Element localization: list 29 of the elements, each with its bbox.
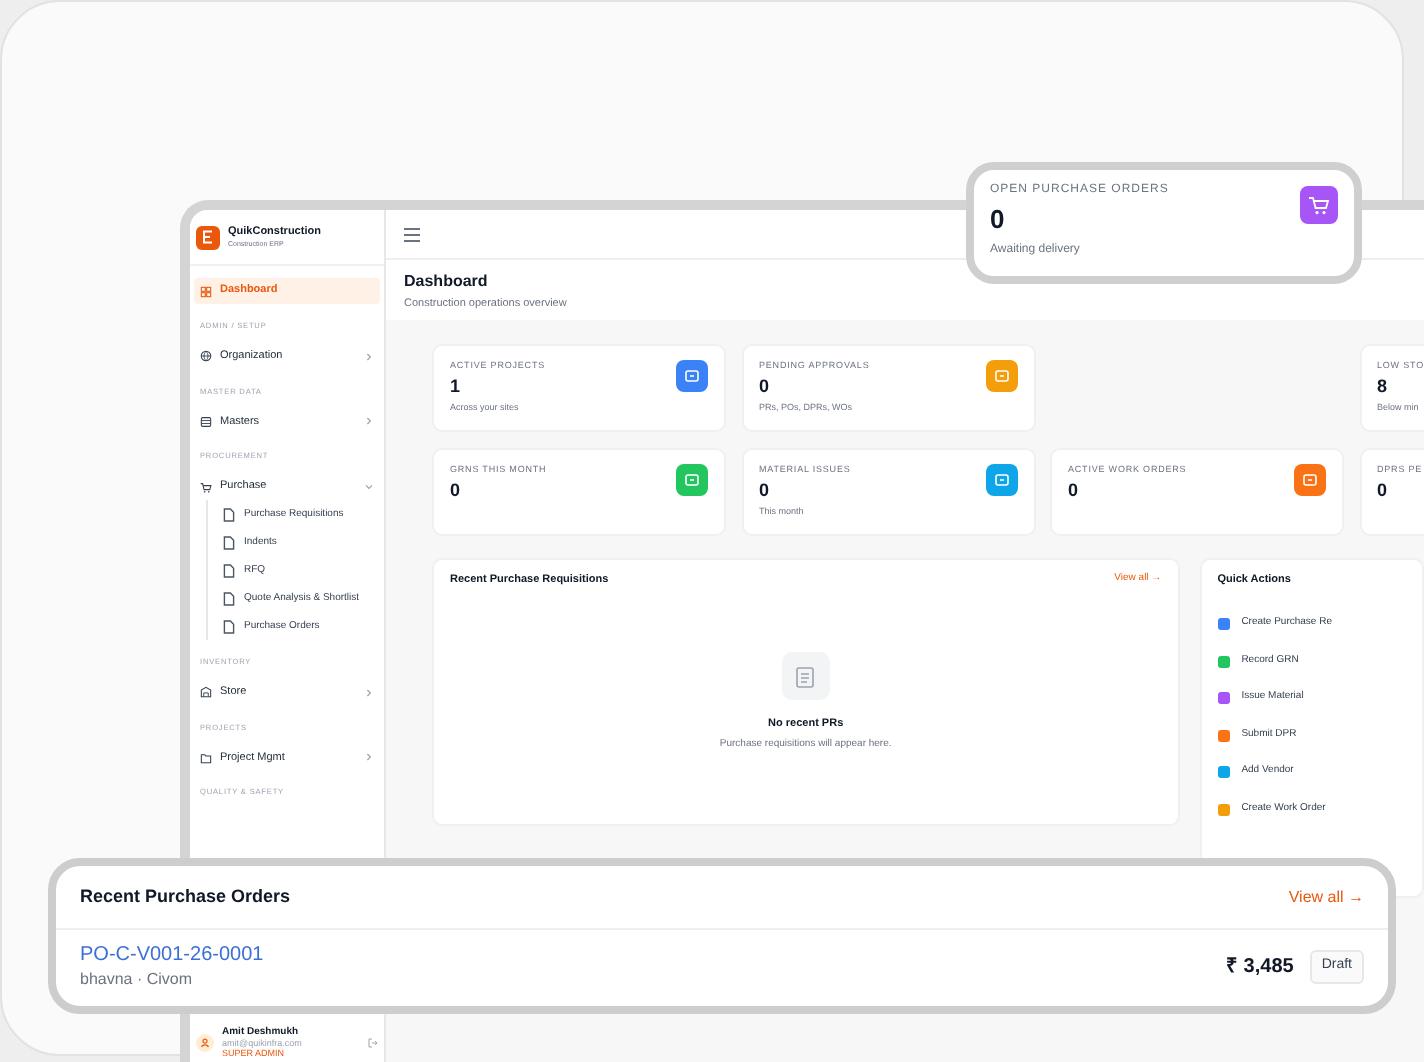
stat-value: 0	[1068, 479, 1081, 502]
chevron-down-icon	[364, 482, 374, 493]
stat-value: 0	[450, 479, 463, 502]
stat-value: 0	[990, 204, 1007, 236]
stat-value: 0	[1377, 479, 1390, 502]
stat-value: 8	[1377, 375, 1390, 398]
avatar-icon	[196, 1033, 214, 1051]
folder-icon	[200, 751, 212, 764]
grid-icon	[200, 285, 212, 297]
empty-state-icon	[781, 652, 830, 701]
stat-value: 0	[759, 375, 772, 398]
view-all-link[interactable]: View all →	[1288, 885, 1364, 909]
database-icon	[200, 415, 212, 428]
cart-icon	[200, 481, 212, 494]
order-amount: ₹ 3,485	[1226, 954, 1294, 982]
chevron-right-icon	[364, 752, 374, 763]
chevron-right-icon	[364, 416, 374, 427]
order-meta: bhavna · Civom	[80, 968, 195, 990]
chevron-right-icon	[364, 351, 374, 362]
warehouse-icon	[200, 686, 212, 699]
stat-value: 1	[450, 375, 463, 398]
order-number-link[interactable]: PO-C-V001-26-0001	[80, 944, 264, 968]
chevron-right-icon	[364, 687, 374, 698]
card-title: Recent Purchase Orders	[80, 883, 291, 910]
globe-icon	[200, 350, 212, 363]
logo-icon	[196, 225, 220, 249]
page-title: Dashboard	[404, 270, 490, 292]
menu-icon[interactable]	[404, 227, 420, 241]
stat-value: 0	[759, 479, 772, 502]
